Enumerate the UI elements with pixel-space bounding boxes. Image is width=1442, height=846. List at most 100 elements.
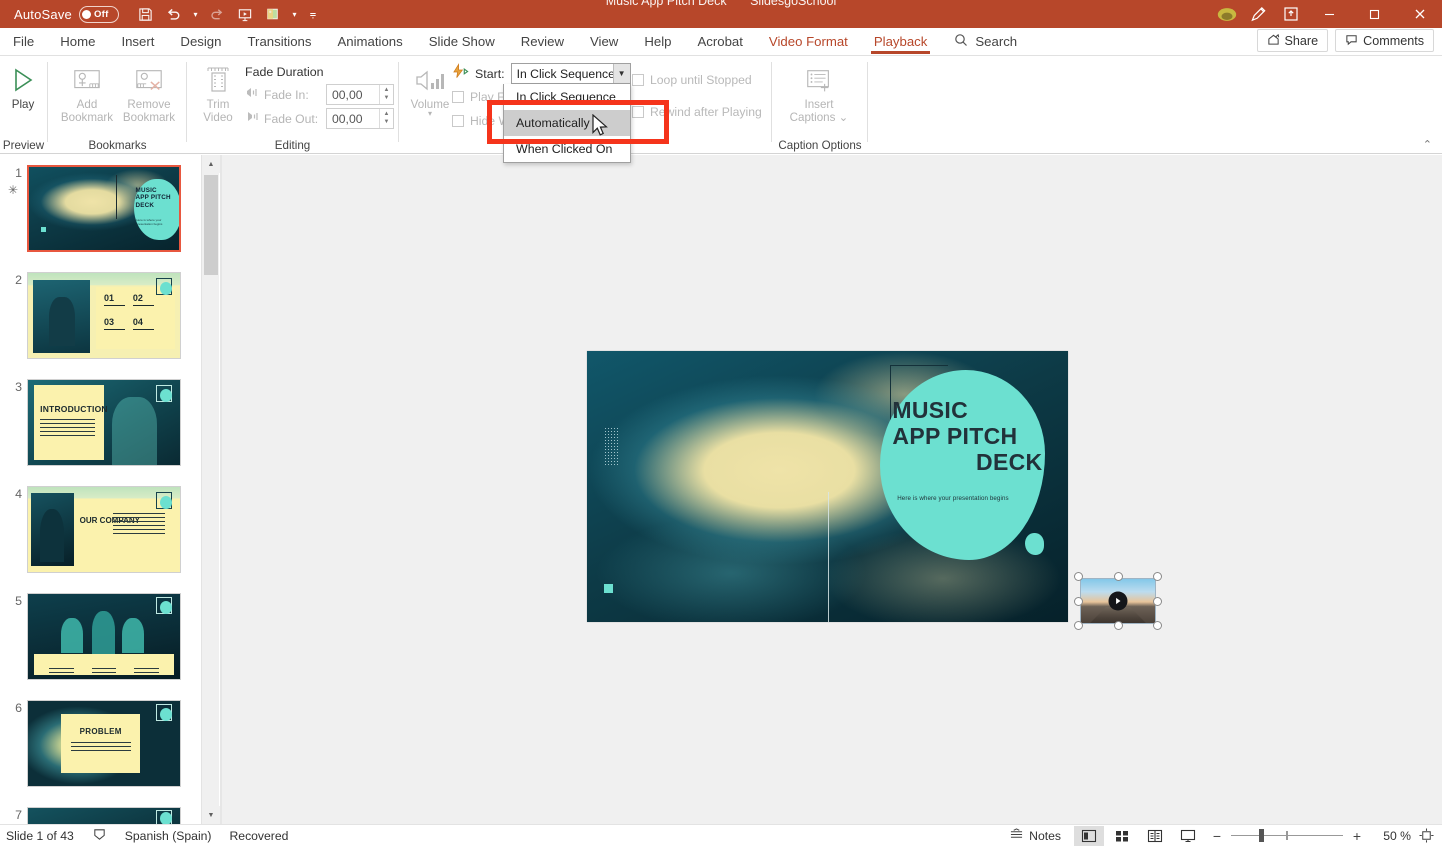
zoom-out-button[interactable]: − [1206,828,1228,844]
fit-to-window-icon[interactable] [1414,828,1438,843]
notes-button[interactable]: Notes [1009,827,1061,844]
start-dropdown-list[interactable]: In Click Sequence Automatically When Cli… [503,84,631,163]
resize-handle-s[interactable] [1113,621,1123,630]
account-avatar-icon[interactable] [1211,0,1243,28]
collapse-ribbon-icon[interactable]: ⌃ [1423,138,1432,151]
trim-video-button[interactable]: Trim Video [187,61,249,124]
slideshow-chevron-down-icon[interactable]: ▾ [288,2,301,26]
hide-while-not-playing-checkbox[interactable] [452,115,464,127]
thumbnail-6[interactable]: PROBLEM [27,700,181,787]
thumbnail-2[interactable]: 01 02 03 04 [27,272,181,359]
save-icon[interactable] [133,2,159,26]
tab-acrobat[interactable]: Acrobat [684,28,755,56]
chevron-down-icon[interactable]: ▼ [612,64,630,83]
resize-handle-ne[interactable] [1153,572,1162,581]
resize-handle-sw[interactable] [1074,621,1083,630]
thumbnail-row-7[interactable]: 7 [0,807,200,824]
fade-out-input[interactable]: 00,00 ▲ ▼ [326,108,394,129]
ribbon-display-options-icon[interactable] [1275,0,1307,28]
add-bookmark-button[interactable]: Add Bookmark [56,61,118,124]
resize-handle-nw[interactable] [1074,572,1083,581]
tab-file[interactable]: File [0,28,47,56]
dropdown-option-when-clicked-on[interactable]: When Clicked On [504,136,630,162]
reading-view-button[interactable] [1140,826,1170,846]
share-button[interactable]: Share [1256,29,1329,52]
zoom-level-label[interactable]: 50 % [1371,829,1411,843]
thumbnail-row-5[interactable]: 5 [0,593,200,680]
thumbnail-7[interactable] [27,807,181,824]
dropdown-option-in-click-sequence[interactable]: In Click Sequence [504,84,630,110]
fade-in-spinner[interactable]: ▲ ▼ [379,85,393,104]
language-label[interactable]: Spanish (Spain) [125,829,212,843]
tab-playback[interactable]: Playback [861,28,941,56]
undo-icon[interactable] [161,2,187,26]
thumbnail-3[interactable]: INTRODUCTION [27,379,181,466]
maximize-button[interactable] [1352,0,1397,28]
undo-chevron-down-icon[interactable]: ▾ [189,2,202,26]
thumbnail-row-6[interactable]: 6 PROBLEM [0,700,200,787]
remove-bookmark-button[interactable]: Remove Bookmark [118,61,180,124]
slide-sorter-view-button[interactable] [1107,826,1137,846]
tab-slide-show[interactable]: Slide Show [416,28,508,56]
insert-captions-chevron-down-icon[interactable]: ⌄ [839,111,849,124]
scroll-up-icon[interactable]: ▲ [202,155,220,173]
tab-design[interactable]: Design [167,28,234,56]
normal-view-button[interactable] [1074,825,1104,846]
thumbnail-row-3[interactable]: 3 INTRODUCTION [0,379,200,466]
loop-until-stopped-row[interactable]: Loop until Stopped [632,73,752,87]
scrollbar-thumb[interactable] [204,175,218,275]
fade-out-spinner[interactable]: ▲ ▼ [379,109,393,128]
resize-handle-e[interactable] [1153,596,1162,606]
tab-view[interactable]: View [577,28,631,56]
slide-thumbnail-pane[interactable]: 1 ✳ MUSIC APP PITCH DECK Here is where you… [0,155,200,824]
ink-pen-icon[interactable] [1243,0,1275,28]
thumbnail-5[interactable] [27,593,181,680]
accessibility-icon[interactable] [92,827,107,845]
slide-count-label[interactable]: Slide 1 of 43 [6,829,74,843]
zoom-in-button[interactable]: + [1346,828,1368,844]
close-button[interactable] [1397,0,1442,28]
slide-canvas-area[interactable]: MUSIC APP PITCH DECK Here is where your … [222,155,1442,824]
recovered-label[interactable]: Recovered [229,829,288,843]
tab-animations[interactable]: Animations [325,28,416,56]
play-full-screen-checkbox[interactable] [452,91,464,103]
thumbnail-row-1[interactable]: 1 ✳ MUSIC APP PITCH DECK Here is where you… [0,165,200,252]
resize-handle-n[interactable] [1113,572,1123,581]
resize-handle-se[interactable] [1153,621,1162,630]
zoom-slider-handle[interactable] [1259,829,1264,842]
video-placeholder[interactable] [1074,572,1162,630]
thumbnail-1[interactable]: MUSIC APP PITCH DECK Here is where your pr… [27,165,181,252]
zoom-slider[interactable] [1231,826,1343,846]
fade-in-input[interactable]: 00,00 ▲ ▼ [326,84,394,105]
current-slide[interactable]: MUSIC APP PITCH DECK Here is where your … [587,351,1068,622]
resize-handle-w[interactable] [1074,596,1083,606]
start-slideshow-icon[interactable] [260,2,286,26]
tab-insert[interactable]: Insert [108,28,167,56]
autosave-toggle[interactable]: AutoSave Off [14,5,119,23]
scroll-down-icon[interactable]: ▼ [202,806,220,824]
slide-show-view-button[interactable] [1173,826,1203,846]
rewind-after-playing-row[interactable]: Rewind after Playing [632,105,762,119]
tab-transitions[interactable]: Transitions [234,28,324,56]
start-combo-box[interactable]: In Click Sequence ▼ [510,63,631,84]
rewind-after-playing-checkbox[interactable] [632,106,644,118]
present-icon[interactable] [232,2,258,26]
comments-button[interactable]: Comments [1335,29,1434,52]
minimize-button[interactable] [1307,0,1352,28]
redo-icon[interactable] [204,2,230,26]
tab-home[interactable]: Home [47,28,108,56]
thumbnail-row-2[interactable]: 2 01 02 03 04 [0,272,200,359]
thumbnail-row-4[interactable]: 4 OUR COMPANY [0,486,200,573]
loop-until-stopped-checkbox[interactable] [632,74,644,86]
dropdown-option-automatically[interactable]: Automatically [504,110,630,136]
autosave-switch[interactable]: Off [78,5,119,23]
tab-help[interactable]: Help [631,28,684,56]
tab-review[interactable]: Review [508,28,577,56]
tab-video-format[interactable]: Video Format [756,28,861,56]
insert-captions-button[interactable]: Insert Captions ⌄ [788,61,850,124]
search-box[interactable]: Search [954,33,1017,50]
customize-qat-icon[interactable]: ⩦ [303,2,323,26]
thumbnail-scrollbar[interactable]: ▲ ▼ [201,155,220,824]
play-button[interactable]: Play [0,61,54,111]
thumbnail-4[interactable]: OUR COMPANY [27,486,181,573]
